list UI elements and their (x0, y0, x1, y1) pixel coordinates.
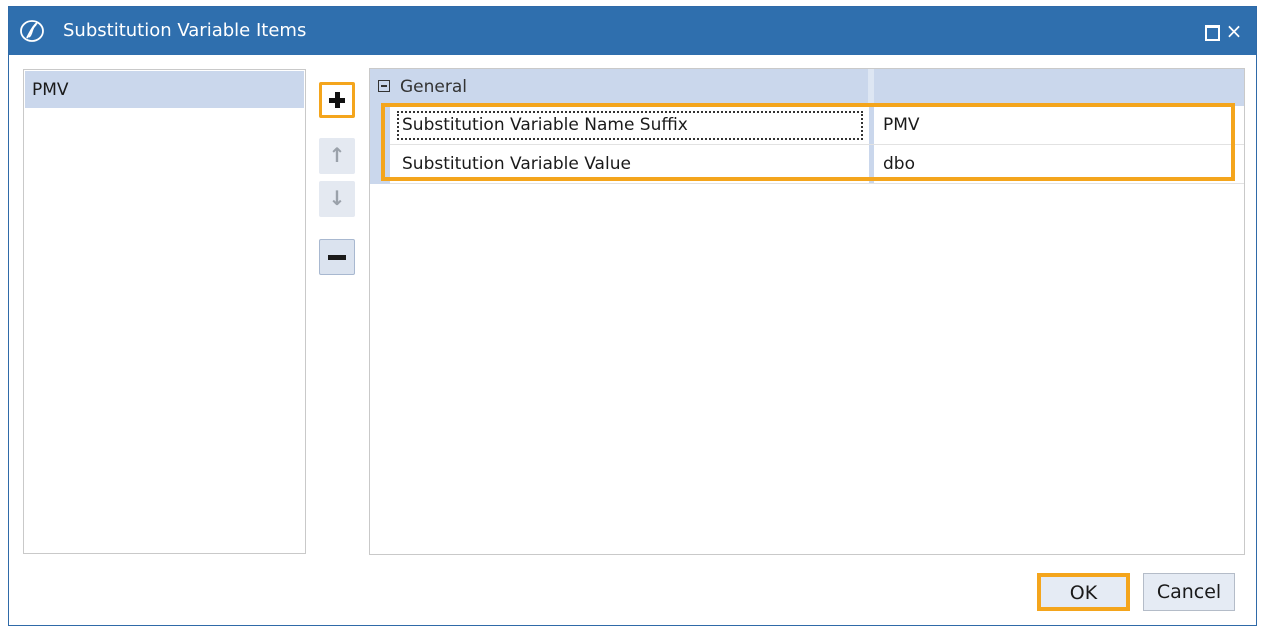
row-gutter (370, 106, 390, 184)
minus-icon (328, 255, 346, 260)
move-down-button[interactable]: ↓ (319, 181, 355, 217)
remove-item-button[interactable] (319, 239, 355, 275)
property-value-field[interactable]: dbo (883, 154, 915, 174)
list-item-label: PMV (32, 80, 69, 100)
property-row-name-suffix[interactable]: Substitution Variable Name Suffix PMV (390, 106, 1244, 145)
group-label: General (400, 77, 467, 97)
ok-button[interactable]: OK (1037, 573, 1130, 611)
dialog-window: Substitution Variable Items × PMV ↑ ↓ Ge… (8, 6, 1257, 626)
column-divider[interactable] (869, 145, 874, 183)
property-grid[interactable]: General Substitution Variable Name Suffi… (369, 68, 1245, 555)
title-bar[interactable]: Substitution Variable Items × (9, 7, 1256, 55)
close-icon[interactable]: × (1225, 21, 1243, 41)
maximize-icon[interactable] (1202, 22, 1220, 41)
collapse-icon[interactable] (378, 80, 390, 92)
add-item-button[interactable] (319, 82, 355, 118)
item-list[interactable]: PMV (23, 69, 306, 554)
property-name: Substitution Variable Name Suffix (402, 115, 688, 135)
list-item[interactable]: PMV (25, 71, 304, 108)
property-row-value[interactable]: Substitution Variable Value dbo (390, 145, 1244, 184)
move-up-button[interactable]: ↑ (319, 138, 355, 174)
property-name: Substitution Variable Value (402, 154, 631, 174)
column-divider[interactable] (868, 69, 874, 106)
app-logo-icon (20, 20, 44, 42)
window-title: Substitution Variable Items (63, 20, 307, 41)
arrow-up-icon: ↑ (328, 143, 346, 167)
group-header[interactable]: General (370, 69, 1244, 106)
cancel-button[interactable]: Cancel (1143, 573, 1235, 611)
column-divider[interactable] (869, 106, 874, 144)
property-value-field[interactable]: PMV (883, 115, 920, 135)
arrow-down-icon: ↓ (328, 186, 346, 210)
